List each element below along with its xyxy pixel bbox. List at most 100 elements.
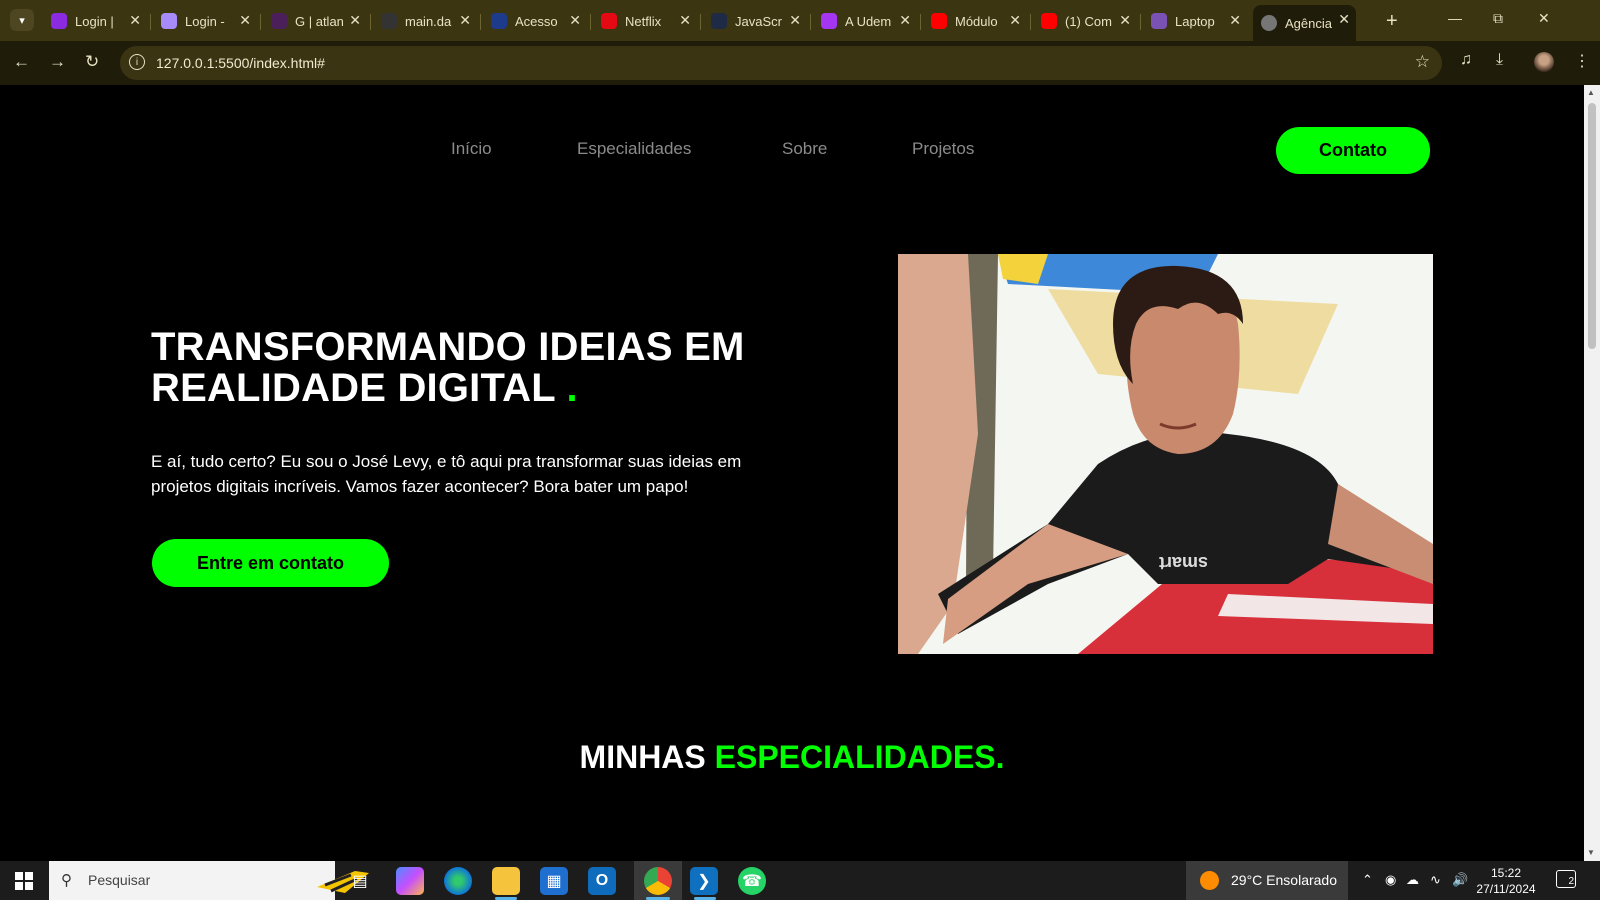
tab-separator	[590, 14, 591, 30]
profile-avatar[interactable]	[1534, 52, 1554, 72]
browser-tab[interactable]: Módulo ✕	[923, 6, 1027, 36]
close-tab-icon[interactable]: ✕	[679, 12, 691, 29]
scrollbar-thumb[interactable]	[1588, 103, 1596, 349]
scroll-down-arrow-icon[interactable]: ▼	[1587, 848, 1595, 857]
chrome-icon[interactable]	[644, 867, 672, 895]
browser-tab[interactable]: G | atlan ✕	[263, 6, 367, 36]
dots-logo-icon	[491, 13, 507, 29]
tab-separator	[810, 14, 811, 30]
browser-tab-title: JavaScr	[735, 13, 782, 29]
specialties-heading-green: ESPECIALIDADES.	[714, 739, 1005, 775]
close-tab-icon[interactable]: ✕	[1338, 11, 1350, 28]
contact-button[interactable]: Contato	[1276, 127, 1430, 174]
tab-separator	[920, 14, 921, 30]
browser-tab[interactable]: (1) Com ✕	[1033, 6, 1137, 36]
address-bar[interactable]: i 127.0.0.1:5500/index.html# ☆	[120, 46, 1442, 80]
browser-tab-title: main.da	[405, 13, 452, 29]
nav-link-sobre[interactable]: Sobre	[782, 139, 827, 159]
browser-tab-title: Agência	[1285, 15, 1332, 31]
browser-tab-title: Laptop	[1175, 13, 1215, 29]
udemy-icon	[821, 13, 837, 29]
tab-search-chevron-icon[interactable]: ▾	[10, 9, 34, 31]
copilot-icon[interactable]	[396, 867, 424, 895]
github-icon	[381, 13, 397, 29]
tab-separator	[480, 14, 481, 30]
profile-photo-illustration: smart	[898, 254, 1433, 654]
vscode-icon[interactable]: ❯	[690, 867, 718, 895]
browser-tab-title: Login |	[75, 13, 114, 29]
task-view-icon[interactable]: ▤	[346, 867, 374, 895]
wifi-icon[interactable]: ∿	[1430, 872, 1441, 888]
bookmark-star-icon[interactable]: ☆	[1415, 52, 1430, 72]
file-explorer-icon[interactable]	[492, 867, 520, 895]
nav-link-especialidades[interactable]: Especialidades	[577, 139, 691, 159]
back-icon[interactable]: ←	[13, 52, 30, 72]
close-tab-icon[interactable]: ✕	[349, 12, 361, 29]
camera-icon[interactable]: ◉	[1385, 872, 1396, 888]
browser-tab-title: A Udem	[845, 13, 892, 29]
edge-icon[interactable]	[444, 867, 472, 895]
specialties-heading-white: MINHAS	[579, 739, 706, 775]
taskbar-search-placeholder: Pesquisar	[88, 872, 151, 888]
windows-start-icon[interactable]	[15, 872, 33, 890]
page-scrollbar[interactable]: ▲ ▼	[1584, 85, 1600, 861]
notification-count: 2	[1568, 876, 1574, 887]
close-tab-icon[interactable]: ✕	[789, 12, 801, 29]
site-info-icon[interactable]: i	[129, 54, 145, 70]
browser-tab[interactable]: main.da ✕	[373, 6, 477, 36]
tab-separator	[370, 14, 371, 30]
clock-time: 15:22	[1490, 866, 1522, 880]
taskbar-search-box[interactable]: ⚲ Pesquisar	[49, 861, 369, 900]
menu-kebab-icon[interactable]: ⋮	[1574, 51, 1590, 71]
browser-tab[interactable]: Login | ✕	[43, 6, 147, 36]
page-viewport: Início Especialidades Sobre Projetos Con…	[0, 85, 1584, 861]
browser-tab[interactable]: JavaScr ✕	[703, 6, 807, 36]
close-window-icon[interactable]: ✕	[1538, 10, 1550, 27]
browser-tab[interactable]: A Udem ✕	[813, 6, 917, 36]
close-tab-icon[interactable]: ✕	[899, 12, 911, 29]
close-tab-icon[interactable]: ✕	[459, 12, 471, 29]
taskbar-clock[interactable]: 15:22 27/11/2024	[1476, 865, 1536, 897]
get-in-touch-button[interactable]: Entre em contato	[152, 539, 389, 587]
close-tab-icon[interactable]: ✕	[1229, 12, 1241, 29]
close-tab-icon[interactable]: ✕	[239, 12, 251, 29]
microsoft-store-icon[interactable]: ▦	[540, 867, 568, 895]
scroll-up-arrow-icon[interactable]: ▲	[1587, 88, 1595, 97]
browser-tab[interactable]: Laptop ✕	[1143, 6, 1247, 36]
browser-tab[interactable]: Login - ✕	[153, 6, 257, 36]
notifications-icon[interactable]: 2	[1556, 870, 1576, 888]
reload-icon[interactable]: ↻	[85, 52, 99, 72]
nav-link-projetos[interactable]: Projetos	[912, 139, 974, 159]
close-tab-icon[interactable]: ✕	[129, 12, 141, 29]
code-logo-icon	[711, 13, 727, 29]
cloud-icon[interactable]: ☁	[1406, 872, 1419, 888]
download-icon[interactable]: ⤓	[1496, 51, 1503, 69]
hero-description: E aí, tudo certo? Eu sou o José Levy, e …	[151, 452, 742, 496]
media-controls-icon[interactable]: ♫	[1460, 51, 1472, 69]
browser-tab[interactable]: Netflix ✕	[593, 6, 697, 36]
nav-link-inicio[interactable]: Início	[451, 139, 492, 159]
weather-widget[interactable]: 29°C Ensolarado	[1186, 861, 1348, 900]
outlook-icon[interactable]: O	[588, 867, 616, 895]
restore-icon[interactable]: ⧉	[1493, 10, 1503, 27]
tray-overflow-chevron-icon[interactable]: ⌃	[1362, 872, 1373, 888]
close-tab-icon[interactable]: ✕	[1009, 12, 1021, 29]
browser-tab-title: Módulo	[955, 13, 998, 29]
tab-separator	[260, 14, 261, 30]
atlan-logo-icon	[271, 13, 287, 29]
minimize-icon[interactable]: —	[1448, 10, 1462, 26]
tab-separator	[1140, 14, 1141, 30]
browser-tab[interactable]: Acesso ✕	[483, 6, 587, 36]
new-tab-plus-icon[interactable]: +	[1386, 10, 1398, 33]
sun-weather-icon	[1200, 871, 1219, 890]
forward-icon[interactable]: →	[49, 52, 66, 72]
hero-title-line2: REALIDADE DIGITAL	[151, 366, 556, 410]
whatsapp-icon[interactable]: ☎	[738, 867, 766, 895]
close-tab-icon[interactable]: ✕	[569, 12, 581, 29]
browser-tab[interactable]: Agência ✕	[1253, 5, 1356, 41]
youtube-icon	[931, 13, 947, 29]
browser-tab-title: (1) Com	[1065, 13, 1112, 29]
volume-icon[interactable]: 🔊	[1452, 872, 1468, 888]
url-text[interactable]: 127.0.0.1:5500/index.html#	[156, 55, 325, 71]
close-tab-icon[interactable]: ✕	[1119, 12, 1131, 29]
